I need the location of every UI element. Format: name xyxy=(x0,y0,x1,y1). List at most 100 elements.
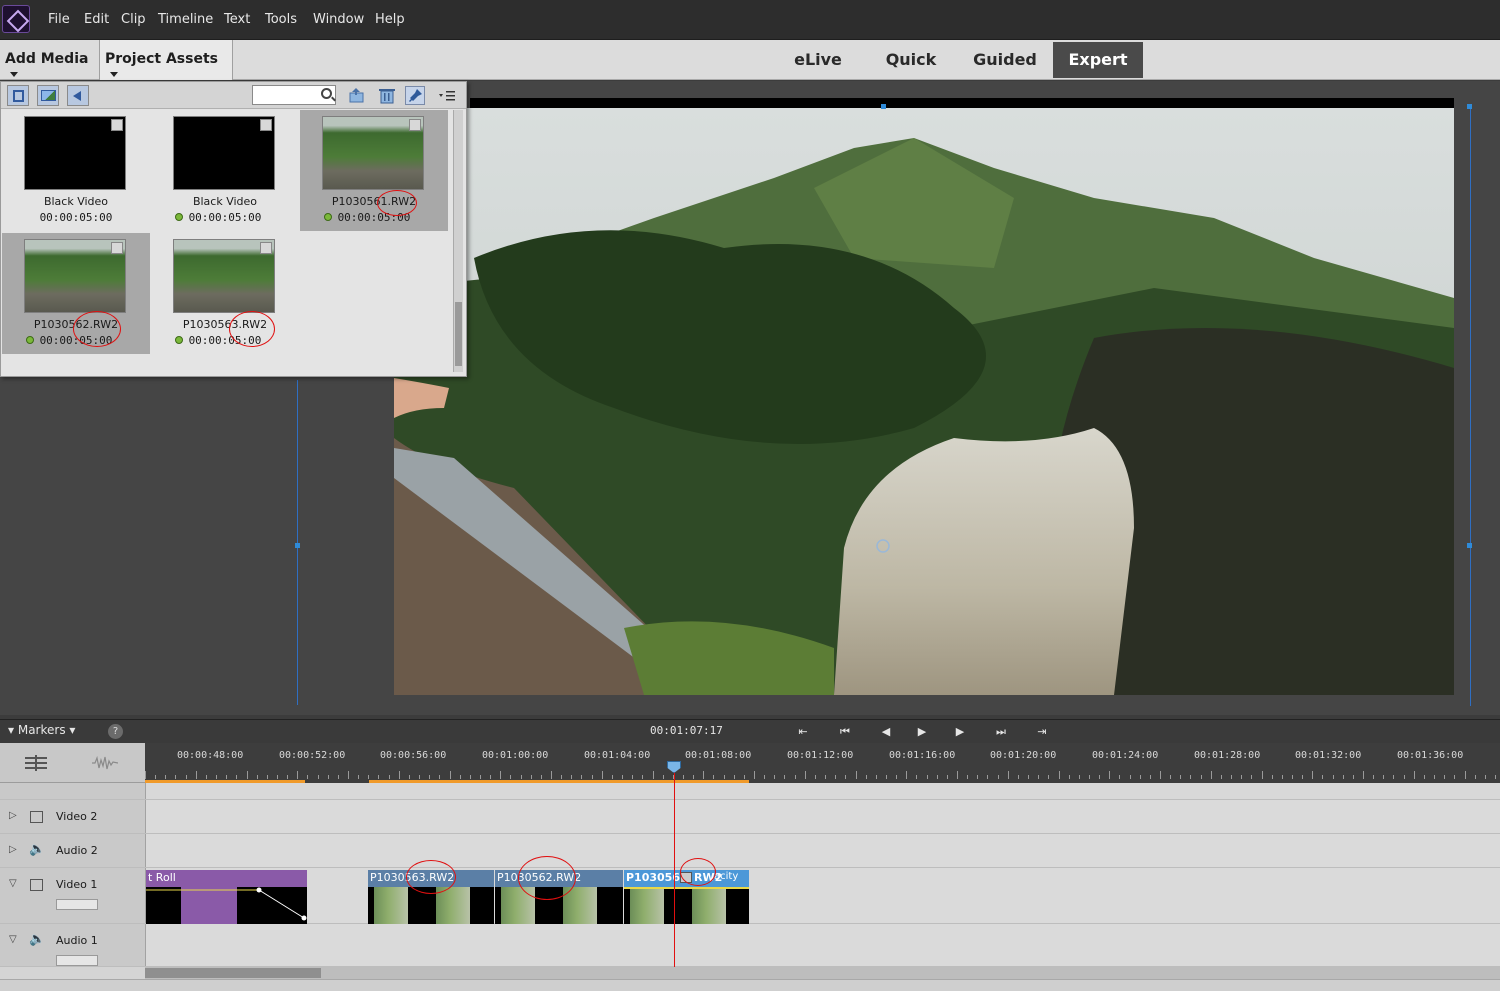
ruler-tick xyxy=(1190,775,1192,779)
ruler-tick xyxy=(479,775,481,779)
menu-edit[interactable]: Edit xyxy=(84,12,109,27)
tab-quick[interactable]: Quick xyxy=(872,42,950,78)
menu-text[interactable]: Text xyxy=(224,12,250,27)
filter-video-button[interactable] xyxy=(7,85,29,106)
panel-menu-button[interactable] xyxy=(437,86,457,105)
ruler-tick xyxy=(1291,775,1293,779)
tab-elive[interactable]: eLive xyxy=(780,42,856,78)
expand-arrow-icon[interactable]: ▷ xyxy=(9,810,17,821)
ruler-tick xyxy=(185,775,187,779)
ruler-tick xyxy=(855,771,857,779)
track-audio-2[interactable]: ▷ 🔈 Audio 2 xyxy=(0,834,1500,868)
ruler-tick xyxy=(459,775,461,779)
assets-scrollbar[interactable] xyxy=(453,110,463,372)
delete-button[interactable] xyxy=(377,86,397,105)
ruler-tick-label: 00:01:20:00 xyxy=(990,750,1057,761)
ruler-tick xyxy=(205,775,207,779)
time-ruler[interactable]: 00:00:48:00 00:00:52:00 00:00:56:00 00:0… xyxy=(145,743,1500,783)
ruler-tick xyxy=(906,771,908,779)
skip-forward-icon[interactable]: ⏭ xyxy=(993,725,1009,739)
menu-tools[interactable]: Tools xyxy=(265,12,297,27)
menu-window[interactable]: Window xyxy=(313,12,364,27)
transform-handle[interactable] xyxy=(881,104,886,109)
menu-help[interactable]: Help xyxy=(375,12,405,27)
add-media-button[interactable]: Add Media xyxy=(0,40,98,80)
ruler-tick xyxy=(145,771,146,779)
menu-clip[interactable]: Clip xyxy=(121,12,146,27)
ruler-tick xyxy=(682,775,684,779)
media-type-icon xyxy=(409,119,421,131)
asset-name: P1030563.RW2 xyxy=(182,318,268,331)
folder-up-icon xyxy=(349,88,364,103)
track-video-2[interactable]: ▷ Video 2 xyxy=(0,800,1500,834)
pin-button[interactable] xyxy=(405,86,425,105)
go-to-in-point-icon[interactable]: ⇤ xyxy=(795,725,811,739)
new-folder-button[interactable] xyxy=(347,86,367,105)
scrollbar-thumb[interactable] xyxy=(145,968,321,978)
ruler-tick xyxy=(825,775,827,779)
asset-duration: 00:00:05:00 xyxy=(39,211,113,224)
preview-image[interactable] xyxy=(394,108,1454,695)
ruler-tick-label: 00:01:32:00 xyxy=(1295,750,1362,761)
filter-audio-button[interactable] xyxy=(67,85,89,106)
ruler-tick xyxy=(896,775,898,779)
ruler-tick-label: 00:01:24:00 xyxy=(1092,750,1159,761)
ruler-tick xyxy=(551,771,552,779)
track-audio-1[interactable]: ▽ 🔈 Audio 1 xyxy=(0,924,1500,967)
ruler-tick xyxy=(1129,775,1131,779)
asset-item[interactable]: Black Video 00:00:05:00 xyxy=(151,110,299,231)
ruler-tick xyxy=(1078,775,1080,779)
ruler-tick xyxy=(469,775,471,779)
ruler-tick xyxy=(1423,775,1425,779)
track-header: ▽ Video 1 xyxy=(0,868,146,923)
asset-item[interactable]: Black Video 00:00:05:00 xyxy=(2,110,150,231)
ruler-tick xyxy=(520,775,522,779)
clip-roll[interactable]: t Roll xyxy=(146,870,307,924)
ruler-tick xyxy=(571,775,573,779)
transform-handle[interactable] xyxy=(1467,543,1472,548)
ruler-tick xyxy=(885,775,887,779)
project-assets-button[interactable]: Project Assets xyxy=(99,40,233,80)
scrollbar-thumb[interactable] xyxy=(455,302,462,366)
tab-guided[interactable]: Guided xyxy=(960,42,1050,78)
skip-back-icon[interactable]: ⏮ xyxy=(837,725,853,739)
track-video-1[interactable]: ▽ Video 1 t Roll P1030563.RW2 P1030562.R… xyxy=(0,856,1500,924)
keyframe-controls[interactable] xyxy=(56,899,98,910)
filter-image-button[interactable] xyxy=(37,85,59,106)
track-options-icon[interactable] xyxy=(25,755,47,771)
step-back-icon[interactable]: ◀ xyxy=(878,725,894,739)
current-timecode[interactable]: 00:01:07:17 xyxy=(650,724,723,737)
markers-menu[interactable]: ▾ Markers ▾ xyxy=(8,723,75,737)
ruler-tick xyxy=(429,775,431,779)
ruler-tick xyxy=(1251,775,1253,779)
asset-item[interactable]: P1030561.RW2 00:00:05:00 xyxy=(300,110,448,231)
ruler-tick xyxy=(814,775,816,779)
transform-handle[interactable] xyxy=(1467,104,1472,109)
play-icon[interactable]: ▶ xyxy=(914,725,930,739)
audio-waveform-icon[interactable] xyxy=(92,755,118,771)
asset-item[interactable]: P1030563.RW2 00:00:05:00 xyxy=(151,233,299,354)
ruler-tick xyxy=(1231,775,1233,779)
keyframe-controls[interactable] xyxy=(56,955,98,966)
ruler-tick xyxy=(1058,771,1060,779)
collapse-arrow-icon[interactable]: ▽ xyxy=(9,878,17,889)
timeline-scrollbar[interactable] xyxy=(145,967,1500,979)
step-forward-icon[interactable]: ▶ xyxy=(952,725,968,739)
safe-area-guide xyxy=(1470,106,1471,706)
menu-timeline[interactable]: Timeline xyxy=(158,12,213,27)
collapse-arrow-icon[interactable]: ▽ xyxy=(9,934,17,945)
transform-handle[interactable] xyxy=(295,543,300,548)
ruler-tick-label: 00:00:52:00 xyxy=(279,750,346,761)
clip-property-menu[interactable]: acity xyxy=(714,871,738,882)
expand-arrow-icon[interactable]: ▷ xyxy=(9,844,17,855)
ruler-tick xyxy=(1180,775,1182,779)
go-to-out-point-icon[interactable]: ⇥ xyxy=(1034,725,1050,739)
transport-bar: ▾ Markers ▾ ? 00:01:07:17 ⇤ ⏮ ◀ ▶ ▶ ⏭ ⇥ xyxy=(0,719,1500,743)
markers-label: Markers xyxy=(17,723,66,737)
help-icon[interactable]: ? xyxy=(108,724,123,739)
menu-file[interactable]: File xyxy=(48,12,70,27)
search-input[interactable] xyxy=(252,85,336,105)
tab-expert[interactable]: Expert xyxy=(1053,42,1143,78)
trash-icon xyxy=(379,89,395,104)
ruler-tick xyxy=(591,775,593,779)
